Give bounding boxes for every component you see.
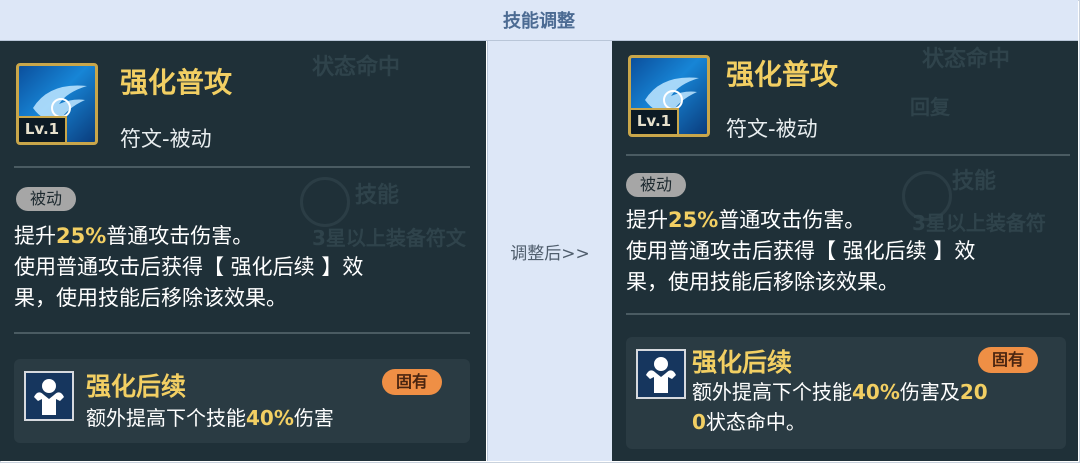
desc-line-2: 使用普通攻击后获得【 强化后续 】效 <box>14 255 364 279</box>
skill-icon: Lv.1 <box>628 55 710 137</box>
bg-label-status-hit: 状态命中 <box>922 47 1011 72</box>
desc-line-1: 提升25%普通攻击伤害。 <box>14 224 254 248</box>
bg-label-skill: 技能 <box>355 183 400 208</box>
inherent-badge: 固有 <box>978 347 1039 373</box>
skill-panel-before: 状态命中 技能 3星以上装备符文 Lv.1 强化普攻 符文-被动 被动 提升25… <box>0 41 486 461</box>
skill-description: 提升25%普通攻击伤害。 使用普通攻击后获得【 强化后续 】效 果，使用技能后移… <box>626 205 975 298</box>
sub-effect-card: 强化后续 固有 额外提高下个技能40%伤害及20 0状态命中。 <box>626 337 1066 449</box>
divider <box>14 332 470 334</box>
sub-desc-line-2: 0状态命中。 <box>692 410 806 434</box>
bg-circle-icon <box>300 177 350 227</box>
sub-effect-description: 额外提高下个技能40%伤害 <box>86 406 334 430</box>
sub-effect-description: 额外提高下个技能40%伤害及20 0状态命中。 <box>692 377 988 437</box>
skill-description: 提升25%普通攻击伤害。 使用普通攻击后获得【 强化后续 】效 果，使用技能后移… <box>14 221 363 314</box>
divider <box>14 166 470 168</box>
skill-name: 强化普攻 <box>120 66 233 99</box>
desc-line-3: 果，使用技能后移除该效果。 <box>14 286 287 310</box>
sub-effect-name: 强化后续 <box>692 348 793 377</box>
strength-icon <box>24 371 74 421</box>
bg-label-status-hit: 状态命中 <box>312 55 401 80</box>
level-badge: Lv.1 <box>631 108 679 134</box>
bg-label-recover: 回复 <box>910 95 950 119</box>
skill-panel-after: 状态命中 回复 技能 3星以上装备符 被动 Lv.1 强化普攻 符文-被动 被动… <box>612 41 1078 461</box>
bg-label-skill: 技能 <box>952 169 997 194</box>
page-title: 技能调整 <box>503 11 575 32</box>
skill-name: 强化普攻 <box>726 58 839 91</box>
skill-type: 符文-被动 <box>726 117 818 141</box>
desc-line-3: 果，使用技能后移除该效果。 <box>626 270 899 294</box>
desc-line-2: 使用普通攻击后获得【 强化后续 】效 <box>626 239 976 263</box>
adjusted-label: 调整后>> <box>510 243 590 264</box>
divider <box>626 154 1070 156</box>
skill-icon: Lv.1 <box>16 63 98 145</box>
strength-icon <box>636 349 686 399</box>
passive-tag: 被动 <box>16 187 77 211</box>
desc-line-1: 提升25%普通攻击伤害。 <box>626 208 866 232</box>
level-badge: Lv.1 <box>19 116 67 142</box>
skill-type: 符文-被动 <box>120 127 212 151</box>
header-bar: 技能调整 <box>0 0 1078 41</box>
inherent-badge: 固有 <box>382 369 443 395</box>
sub-effect-name: 强化后续 <box>86 372 187 401</box>
divider <box>626 313 1070 315</box>
sub-effect-card: 强化后续 固有 额外提高下个技能40%伤害 <box>14 359 470 443</box>
sub-desc-line-1: 额外提高下个技能40%伤害及20 <box>692 380 988 404</box>
passive-tag: 被动 <box>626 173 687 197</box>
adjust-arrow-column: 调整后>> <box>487 41 613 461</box>
